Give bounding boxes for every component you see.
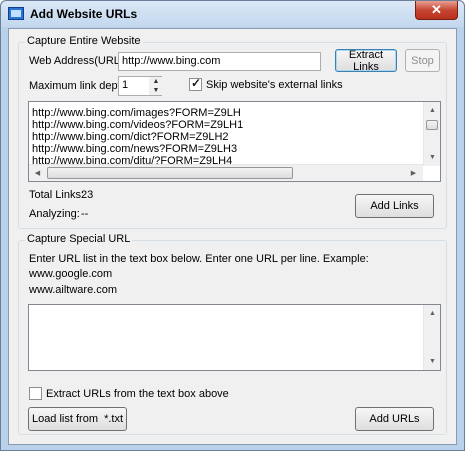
add-links-label: Add Links [370, 200, 419, 212]
link-row[interactable]: http://www.bing.com/news?FORM=Z9LH3 [32, 143, 237, 155]
extract-urls-checkbox[interactable] [29, 387, 42, 400]
web-address-label: Web Address(URL) [29, 55, 124, 67]
extract-links-label: Extract Links [348, 48, 384, 73]
close-icon: ✕ [431, 2, 442, 17]
title-bar[interactable]: Add Website URLs ✕ [1, 1, 464, 27]
skip-external-links-checkbox[interactable]: ✓ [189, 76, 202, 91]
analyzing-label: Analyzing: [29, 208, 80, 220]
stop-label: Stop [411, 54, 434, 67]
skip-external-links-label: Skip website's external links [206, 79, 343, 91]
links-horizontal-thumb[interactable] [47, 167, 293, 179]
capture-entire-website-label: Capture Entire Website [25, 35, 143, 47]
total-links-label: Total Links: [29, 189, 85, 201]
add-urls-button[interactable]: Add URLs [355, 407, 434, 431]
scroll-down-icon[interactable]: ▼ [424, 353, 440, 370]
scroll-right-icon[interactable]: ▶ [405, 165, 422, 181]
capture-special-url-group: Capture Special URL Enter URL list in th… [18, 233, 447, 435]
scroll-up-icon[interactable]: ▲ [424, 102, 440, 119]
dialog-window: Add Website URLs ✕ Capture Entire Websit… [0, 0, 465, 451]
link-row[interactable]: http://www.bing.com/images?FORM=Z9LH [32, 107, 241, 119]
stop-button[interactable]: Stop [405, 49, 440, 72]
links-vertical-scrollbar[interactable]: ▲ ▼ [423, 102, 440, 166]
link-row[interactable]: http://www.bing.com/videos?FORM=Z9LH1 [32, 119, 243, 131]
extracted-links-list[interactable]: http://www.bing.com/images?FORM=Z9LH htt… [28, 101, 441, 182]
add-urls-label: Add URLs [369, 413, 420, 425]
load-list-label: Load list from *.txt [31, 413, 124, 425]
instructions-text: Enter URL list in the text box below. En… [29, 253, 369, 265]
checkmark-icon: ✓ [191, 76, 202, 90]
scroll-down-icon[interactable]: ▼ [424, 149, 440, 166]
dialog-client-area: Capture Entire Website Web Address(URL) … [8, 28, 457, 445]
analyzing-value: -- [81, 208, 89, 220]
window-title: Add Website URLs [30, 7, 138, 21]
extract-links-button[interactable]: Extract Links [335, 48, 397, 73]
max-link-depth-label: Maximum link depth [29, 80, 127, 92]
close-button[interactable]: ✕ [415, 1, 458, 20]
scroll-left-icon[interactable]: ◀ [29, 165, 46, 181]
extract-urls-label: Extract URLs from the text box above [46, 388, 229, 400]
link-row[interactable]: http://www.bing.com/dict?FORM=Z9LH2 [32, 131, 229, 143]
capture-entire-website-group: Capture Entire Website Web Address(URL) … [18, 35, 447, 229]
web-address-input[interactable]: http://www.bing.com [118, 52, 321, 71]
links-vertical-thumb[interactable] [426, 120, 438, 130]
capture-special-url-label: Capture Special URL [25, 233, 133, 245]
special-url-textbox[interactable]: ▲ ▼ [28, 304, 441, 371]
special-url-scrollbar[interactable]: ▲ ▼ [423, 305, 440, 370]
load-list-button[interactable]: Load list from *.txt [28, 407, 127, 431]
example-url-1: www.google.com [29, 268, 113, 280]
example-url-2: www.ailtware.com [29, 284, 118, 296]
add-links-button[interactable]: Add Links [355, 194, 434, 218]
spin-down-icon[interactable]: ▼ [149, 86, 163, 96]
links-horizontal-scrollbar[interactable]: ◀ ▶ [29, 164, 423, 181]
window-app-icon [8, 7, 24, 20]
scroll-up-icon[interactable]: ▲ [424, 305, 440, 322]
total-links-value: 23 [81, 189, 94, 201]
max-link-depth-spinner[interactable]: ▲ ▼ [149, 77, 163, 95]
